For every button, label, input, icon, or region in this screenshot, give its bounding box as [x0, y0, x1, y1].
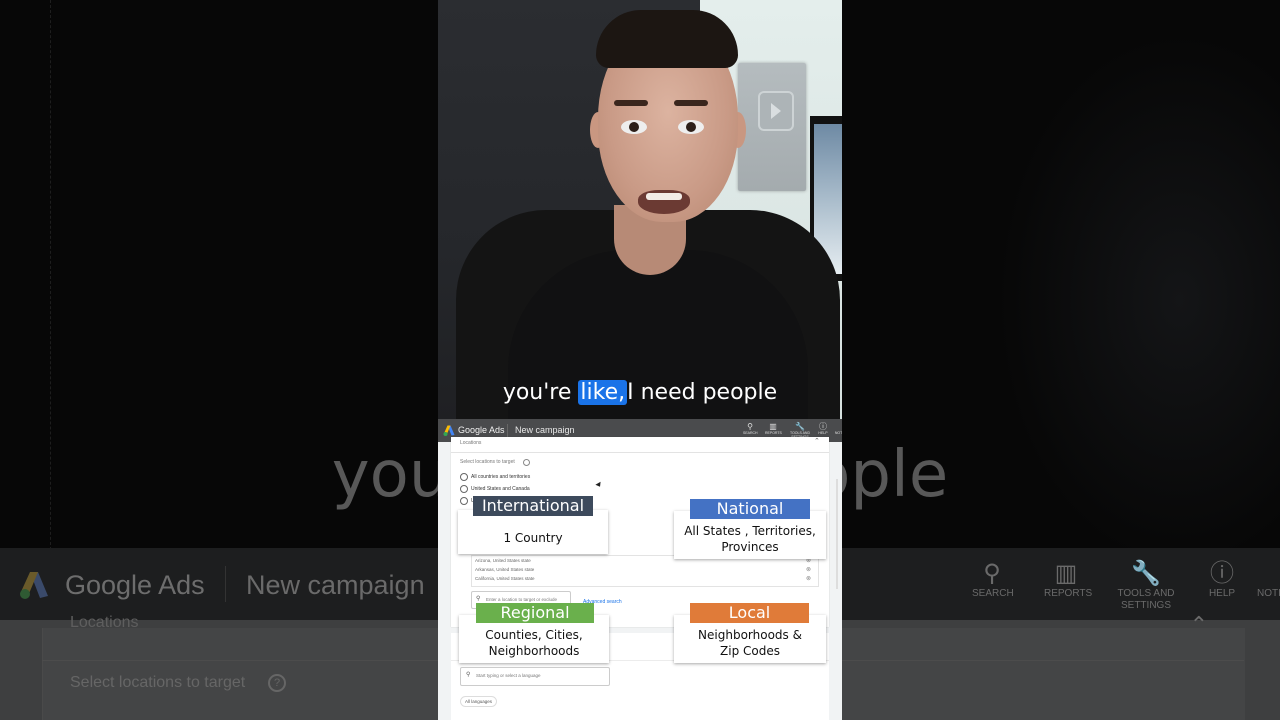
reports-icon: ▥	[769, 422, 777, 431]
play-icon	[758, 91, 794, 131]
subtitle-caption: you're like,I need people	[438, 380, 842, 405]
radio-all-countries[interactable]	[460, 473, 468, 481]
radio-us-canada[interactable]	[460, 485, 468, 493]
radio-label[interactable]: United States and Canada	[471, 486, 530, 492]
national-tag: National	[690, 499, 810, 519]
location-search-placeholder: Enter a location to target or exclude	[486, 597, 558, 602]
play-button-plaque	[738, 63, 806, 191]
background-locations-title: Locations	[70, 614, 139, 631]
search-icon: ⚲	[466, 672, 471, 678]
locations-title: Locations	[460, 440, 482, 446]
radio-united-states[interactable]	[460, 497, 468, 505]
help-icon: ⓘ	[1210, 560, 1234, 587]
chevron-up-icon: ⌃	[1189, 612, 1208, 637]
reports-button[interactable]: ▥ REPORTS	[765, 422, 782, 435]
search-icon: ⚲	[476, 596, 481, 602]
help-circle-icon: ?	[268, 674, 286, 692]
remove-location-icon[interactable]: ⊗	[806, 566, 811, 573]
video-frame: you're like,I need people Google Ads New…	[438, 0, 842, 720]
help-circle-icon[interactable]	[523, 459, 530, 466]
presenter-mouth	[638, 190, 690, 214]
location-item: Arizona, United States state	[475, 558, 531, 563]
search-button[interactable]: ⚲ SEARCH	[743, 422, 758, 435]
header-divider	[507, 424, 508, 437]
google-ads-logo-icon	[443, 425, 455, 436]
google-ads-screen: Google Ads New campaign ⚲ SEARCH ▥ REPORTS…	[438, 419, 842, 720]
presenter-eyebrow	[614, 100, 648, 106]
background-search-tool: ⚲ SEARCH	[972, 560, 1014, 599]
search-icon: ⚲	[983, 560, 1001, 587]
reports-icon: ▥	[1054, 560, 1078, 587]
background-divider	[225, 566, 226, 602]
international-tag: International	[473, 496, 593, 516]
background-brand: Google Ads	[65, 570, 205, 600]
radio-label[interactable]: All countries and territories	[471, 474, 530, 480]
notifications-button[interactable]: NOTI	[834, 422, 842, 435]
page-title: New campaign	[515, 425, 575, 435]
background-select-label: Select locations to target	[70, 674, 246, 691]
help-icon: ⓘ	[819, 422, 827, 431]
regional-tag: Regional	[476, 603, 594, 623]
collapse-chevron-icon[interactable]: ⌃	[814, 437, 820, 445]
presenter-hair	[596, 10, 738, 68]
language-search-placeholder: Start typing or select a language	[476, 673, 541, 678]
scrollbar[interactable]	[836, 479, 838, 589]
select-locations-label: Select locations to target	[460, 459, 515, 465]
international-box: 1 Country	[458, 510, 608, 554]
presenter-eye	[678, 120, 704, 134]
google-ads-brand[interactable]: Google Ads	[458, 425, 505, 435]
caption-highlight: like,	[578, 380, 628, 405]
presenter-eyebrow	[674, 100, 708, 106]
background-notifications-tool: NOTI	[1257, 588, 1280, 599]
caption-before: you're	[502, 380, 572, 405]
location-item: Arkansas, United States state	[475, 567, 535, 572]
locations-divider	[451, 452, 829, 453]
remove-location-icon[interactable]: ⊗	[806, 575, 811, 582]
all-languages-chip[interactable]: All languages	[460, 696, 498, 707]
help-button[interactable]: ⓘ HELP	[817, 422, 829, 435]
background-page-title: New campaign	[246, 570, 425, 600]
background-tools-tool: 🔧 TOOLS AND SETTINGS	[1117, 560, 1175, 611]
local-tag: Local	[690, 603, 809, 623]
caption-after: I need people	[627, 380, 778, 405]
wrench-icon: 🔧	[795, 422, 805, 431]
google-ads-logo-icon	[20, 572, 48, 599]
background-help-tool: ⓘ HELP	[1202, 560, 1242, 600]
presenter-eye	[621, 120, 647, 134]
wrench-icon: 🔧	[1131, 560, 1161, 587]
background-reports-tool: ▥ REPORTS	[1044, 560, 1093, 599]
location-item: California, United States state	[475, 576, 535, 581]
search-icon: ⚲	[747, 422, 753, 431]
